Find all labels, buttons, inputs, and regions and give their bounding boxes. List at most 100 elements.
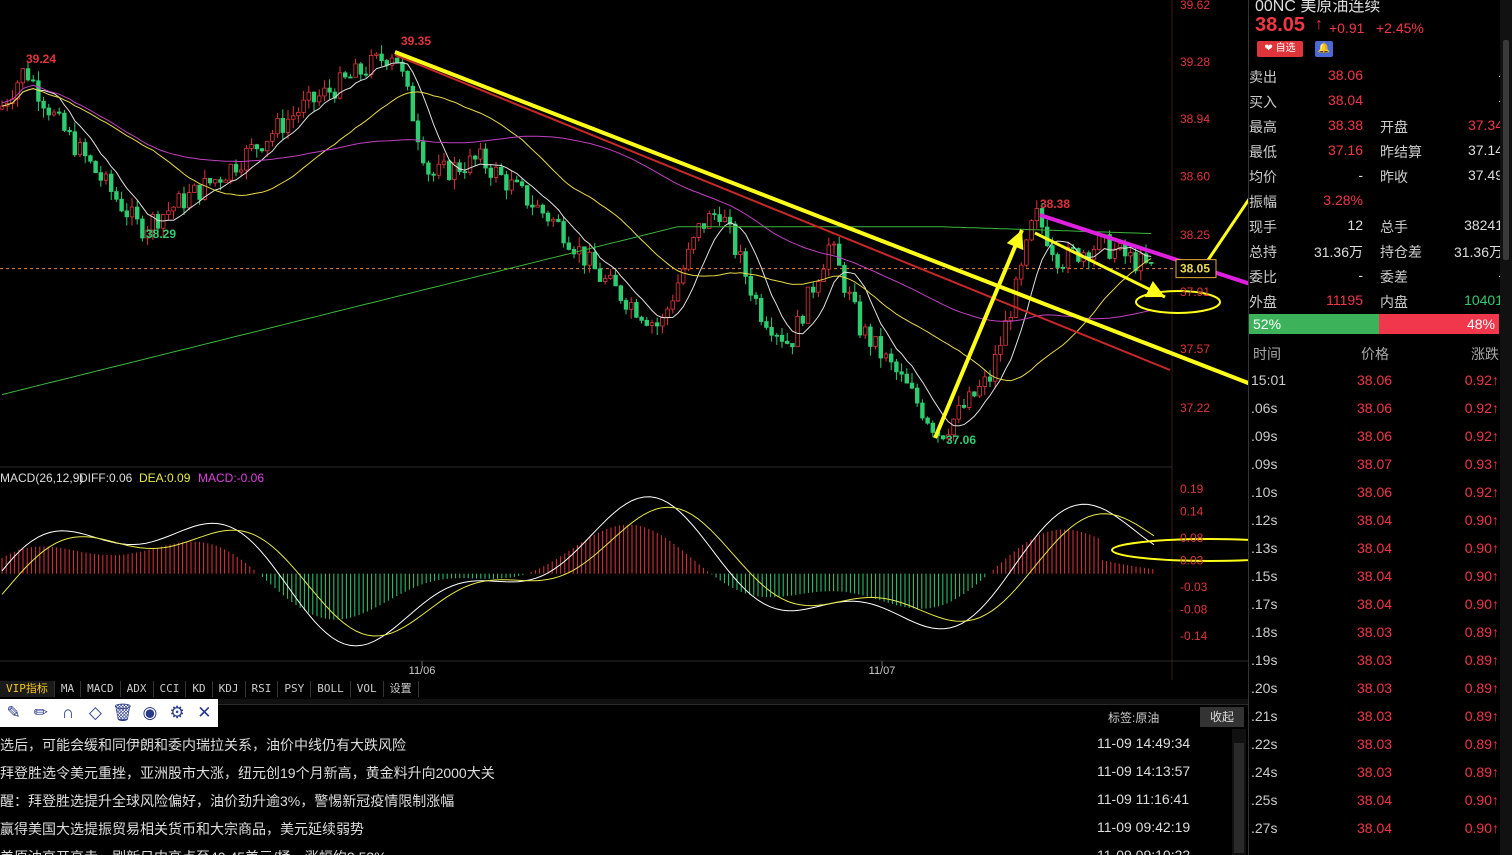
tick-time: .09s (1251, 456, 1278, 472)
indicator-tab[interactable]: KDJ (213, 681, 246, 697)
candle-body (790, 343, 795, 348)
candle-body (20, 68, 25, 84)
quote-value: 38.06 (1327, 67, 1363, 83)
close-icon[interactable]: ✕ (191, 699, 218, 727)
candle-body (909, 382, 915, 389)
price-change-percent: +2.45% (1376, 20, 1424, 36)
candle-body (977, 386, 982, 397)
candle-body (764, 321, 769, 328)
tick-price: 38.03 (1357, 736, 1393, 752)
candle-body (478, 148, 483, 160)
tick-price: 38.04 (1357, 540, 1393, 556)
candle-body (379, 53, 384, 61)
news-item[interactable]: 拜登胜选令美元重挫，亚洲股市大涨，纽元创19个月新高，黄金料升向2000大关 11… (0, 757, 1232, 785)
news-item[interactable]: 美原油高开高走，刷新日内高点至40.45美元/桶，涨幅约2.53% 11-09 0… (0, 841, 1232, 855)
tick-time: .22s (1251, 736, 1278, 752)
gear-icon[interactable]: ⚙ (164, 699, 191, 727)
tick-time: .15s (1251, 568, 1278, 584)
candlestick-chart[interactable]: 39.62 39.28 38.94 38.60 38.25 37.91 37.57 37.22… (0, 0, 1248, 700)
candle-body (972, 391, 977, 397)
tick-row: .21s 38.03 0.89↑ (1249, 705, 1507, 733)
high-label: 39.24 (26, 52, 56, 66)
last-price: 38.05 (1255, 14, 1306, 36)
candle-body (525, 185, 530, 206)
candle-body (1060, 267, 1065, 269)
chart-canvas[interactable]: 39.62 39.28 38.94 38.60 38.25 37.91 37.57 37.22… (0, 0, 1248, 700)
candle-body (25, 68, 31, 81)
news-item[interactable]: 醒：拜登胜选提升全球风险偏好，油价劲升逾3%，警惕新冠疫情限制涨幅 11-09 1… (0, 785, 1232, 813)
quote-row: 卖出38.06- (1249, 63, 1507, 88)
candle-body (530, 204, 535, 208)
tick-price: 38.03 (1357, 764, 1393, 780)
indicator-tab[interactable]: VOL (351, 681, 384, 697)
quote-value: 12 (1347, 217, 1363, 233)
quote-scrollbar[interactable] (1500, 0, 1512, 855)
candle-body (62, 112, 67, 131)
indicator-tab[interactable]: RSI (246, 681, 279, 697)
candle-body (556, 218, 561, 222)
indicator-tab[interactable]: KD (186, 681, 213, 697)
price-level-label: 39.28 (1180, 55, 1210, 69)
collapse-button[interactable]: 收起 (1200, 707, 1244, 727)
quote-label: 内盘 (1380, 294, 1408, 310)
candle-body (488, 167, 493, 178)
news-item[interactable]: 赢得美国大选提振贸易相关货币和大宗商品，美元延续弱势 11-09 09:42:19 (0, 813, 1232, 841)
quote-value: 11195 (1326, 292, 1363, 308)
panel-divider[interactable] (218, 699, 1248, 705)
candle-body (290, 115, 296, 120)
tick-time: .09s (1251, 428, 1278, 444)
news-time: 11-09 11:16:41 (1097, 791, 1190, 807)
macd-diff: DIFF:0.06 (79, 471, 133, 485)
indicator-tab[interactable]: MACD (81, 681, 121, 697)
candle-body (514, 179, 519, 183)
candle-body (941, 435, 946, 440)
candle-body (77, 142, 83, 156)
macd-level-label: 0.08 (1180, 531, 1204, 545)
indicator-tab[interactable]: VIP指标 (0, 681, 55, 697)
bell-icon[interactable]: 🔔 (1315, 41, 1333, 57)
quote-value: 37.49 (1467, 167, 1503, 183)
eye-icon[interactable]: ◉ (136, 699, 163, 727)
candle-body (629, 302, 634, 310)
indicator-tab[interactable]: MA (55, 681, 82, 697)
candle-body (551, 218, 556, 222)
quote-row: 总持 31.36万 持仓差 31.36万 (1249, 238, 1507, 263)
candle-body (613, 274, 618, 287)
indicator-tab[interactable]: BOLL (311, 681, 351, 697)
candle-body (1055, 254, 1060, 268)
candle-body (441, 160, 447, 165)
candle-body (1034, 208, 1039, 222)
eraser-icon[interactable]: ◇ (82, 699, 109, 727)
tick-row: .15s 38.04 0.90↑ (1249, 565, 1507, 593)
candle-body (987, 376, 993, 382)
candle-body (545, 212, 551, 222)
indicator-tab[interactable]: PSY (278, 681, 312, 697)
magnet-icon[interactable]: ∩ (55, 699, 82, 727)
candle-body (306, 91, 311, 101)
tick-price: 38.07 (1357, 456, 1393, 472)
pencil-icon[interactable]: ✏ (27, 699, 54, 727)
trash-icon[interactable]: 🗑 (109, 699, 136, 727)
quote-row: 最低 37.16 昨结算 37.14 (1249, 138, 1507, 163)
news-item[interactable]: 选后，可能会缓和同伊朗和委内瑞拉关系，油价中线仍有大跌风险 11-09 14:49… (0, 729, 1232, 757)
tick-row: 15:01 38.06 0.92↑ (1249, 369, 1507, 397)
indicator-tab[interactable]: 设置 (384, 681, 419, 697)
candle-body (353, 63, 358, 78)
tick-change: 0.90↑ (1464, 596, 1499, 612)
tick-row: .27s 38.04 0.90↑ (1249, 817, 1507, 845)
indicator-tab[interactable]: CCI (154, 681, 187, 697)
news-scrollbar[interactable] (1232, 729, 1246, 855)
tick-price: 38.04 (1357, 792, 1393, 808)
candle-body (129, 206, 135, 218)
ticks-header-change: 涨跌 (1471, 346, 1499, 362)
tick-price: 38.06 (1357, 372, 1393, 388)
macd-value: MACD:-0.06 (198, 471, 264, 485)
indicator-tab[interactable]: ADX (121, 681, 154, 697)
candle-body (72, 131, 77, 156)
quote-value: 31.36万 (1453, 244, 1503, 260)
add-favorite-button[interactable]: ❤ 自选 (1257, 41, 1303, 57)
news-title: 选后，可能会缓和同伊朗和委内瑞拉关系，油价中线仍有大跌风险 (0, 737, 406, 753)
tick-time: .21s (1251, 708, 1278, 724)
candle-body (1013, 278, 1019, 318)
pen-icon[interactable]: ✎ (0, 699, 27, 727)
